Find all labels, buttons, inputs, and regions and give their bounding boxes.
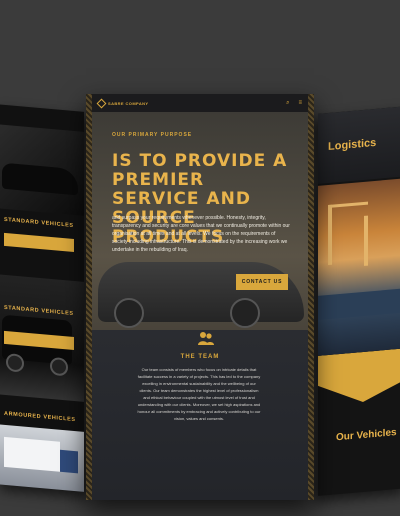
team-title: THE TEAM xyxy=(180,354,220,360)
wheel xyxy=(230,298,260,328)
brand-name: SABRE COMPANY xyxy=(108,100,149,106)
wheel xyxy=(6,353,24,373)
standard-vehicles-label: STANDARD VEHICLES xyxy=(4,216,74,229)
brand-logo[interactable]: SABRE COMPANY xyxy=(96,98,149,108)
our-vehicles-title: Our Vehicles xyxy=(336,427,397,444)
team-section: THE TEAM Our team consists of members wh… xyxy=(92,330,308,500)
wheel xyxy=(50,356,68,377)
top-navigation-bar: SABRE COMPANY ⌕ ≡ xyxy=(92,94,308,112)
right-page-mockup: Logistics Our Vehicles xyxy=(318,106,400,496)
search-icon[interactable]: ⌕ xyxy=(286,100,289,106)
port-photo xyxy=(318,178,400,356)
crane xyxy=(364,215,368,266)
team-description: Our team consists of members who focus o… xyxy=(137,367,261,421)
nav-icons: ⌕ ≡ xyxy=(286,100,302,106)
wheel xyxy=(114,298,144,328)
truck-cab xyxy=(60,449,78,474)
gold-chevron-band xyxy=(318,348,400,406)
armoured-vehicles-label: ARMOURED VEHICLES xyxy=(4,410,76,424)
mockup-stage: STANDARD VEHICLES STANDARD VEHICLES ARMO… xyxy=(0,0,400,516)
truck-photo xyxy=(0,424,84,492)
crane xyxy=(328,204,332,266)
hero-eyebrow: OUR PRIMARY PURPOSE xyxy=(112,132,193,138)
car-silhouette xyxy=(2,162,78,196)
truck-trailer xyxy=(4,436,60,472)
diamond-logo-icon xyxy=(96,98,107,108)
center-page-mockup: SABRE COMPANY ⌕ ≡ OUR PRIMARY PURPOSE IS… xyxy=(86,94,314,500)
left-page-mockup: STANDARD VEHICLES STANDARD VEHICLES ARMO… xyxy=(0,104,84,492)
crane-arm xyxy=(328,201,368,209)
menu-icon[interactable]: ≡ xyxy=(298,100,302,106)
car-photo xyxy=(0,124,84,216)
hero-intro-text: and surpass your requirements whenever p… xyxy=(112,215,290,253)
pattern-border-right xyxy=(308,94,314,500)
stacked-containers xyxy=(318,288,400,320)
team-icon xyxy=(198,332,214,345)
contact-us-button[interactable]: CONTACT US xyxy=(236,274,288,290)
standard-vehicles-button[interactable] xyxy=(4,232,74,252)
